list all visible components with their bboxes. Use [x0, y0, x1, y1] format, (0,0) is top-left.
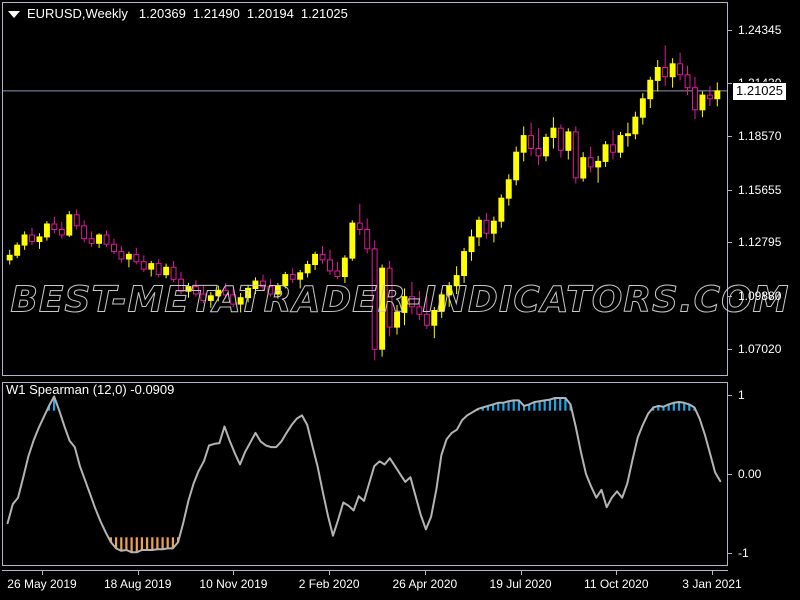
time-axis-tick	[520, 570, 522, 575]
triangle-down-icon[interactable]	[8, 11, 20, 18]
indicator-axis-label: 1	[738, 387, 745, 402]
time-axis-label: 10 Nov 2019	[199, 577, 268, 591]
symbol-timeframe-label: EURUSD,Weekly	[27, 6, 128, 21]
time-axis-label: 26 Apr 2020	[392, 577, 458, 591]
indicator-axis-tick	[728, 474, 732, 475]
ohlc-value-2: 1.20194	[246, 6, 294, 21]
ohlc-value-0: 1.20369	[138, 6, 186, 21]
time-axis[interactable]: 26 May 2019 18 Aug 2019 10 Nov 2019 2 Feb 2…	[0, 568, 800, 600]
indicator-axis-label: 0.00	[738, 467, 762, 481]
time-axis-label: 26 May 2019	[7, 577, 77, 591]
indicator-pane[interactable]: W1 Spearman (12,0) -0.0909	[0, 380, 800, 568]
price-axis-label: 1.18570	[738, 129, 782, 144]
time-axis-label: 19 Jul 2020	[489, 577, 552, 591]
candlestick-chart	[3, 45, 727, 361]
current-price-tag: 1.21025	[732, 81, 787, 101]
indicator-axis-tick	[728, 553, 732, 555]
price-axis-label: 1.15655	[738, 182, 782, 197]
indicator-axis-label: -1	[738, 546, 749, 561]
price-axis-tick	[728, 296, 732, 298]
ohlc-values: 1.20369 1.21490 1.20194 1.21025	[139, 7, 348, 21]
indicator-axis-tick	[728, 394, 732, 396]
price-axis-label: 1.12795	[738, 235, 782, 250]
indicator-axis: 1 0.00 -1	[728, 380, 800, 568]
price-axis-tick	[728, 189, 732, 191]
price-axis-label: 1.24345	[738, 22, 782, 37]
price-axis-tick	[728, 136, 732, 138]
time-axis-label: 3 Jan 2021	[682, 577, 742, 591]
time-axis-line	[2, 570, 728, 571]
time-axis-tick	[42, 570, 43, 575]
time-axis-tick	[329, 570, 331, 575]
time-axis-label: 2 Feb 2020	[298, 577, 360, 591]
time-axis-label: 11 Oct 2020	[584, 577, 649, 591]
spearman-indicator-chart	[6, 395, 722, 554]
time-axis-tick	[424, 570, 426, 575]
indicator-label: W1 Spearman (12,0) -0.0909	[6, 382, 175, 397]
ohlc-value-3: 1.21025	[300, 6, 348, 21]
price-axis-tick	[728, 29, 732, 31]
time-axis-tick	[137, 570, 139, 575]
ohlc-value-1: 1.21490	[192, 6, 240, 21]
price-axis-label: 1.07020	[738, 341, 782, 356]
metatrader-chart-window: BEST-METATRADER-INDICATORS.COM EURUSD,We…	[0, 0, 800, 600]
price-axis-tick	[728, 348, 732, 350]
time-axis-label: 18 Aug 2019	[104, 577, 172, 591]
time-axis-tick	[233, 570, 235, 575]
time-axis-tick	[616, 570, 618, 575]
time-axis-tick	[712, 570, 713, 575]
price-pane[interactable]: BEST-METATRADER-INDICATORS.COM EURUSD,We…	[0, 0, 800, 380]
price-axis-tick	[728, 242, 732, 244]
price-axis-label: 1.09880	[738, 289, 782, 304]
chart-header: EURUSD,Weekly 1.20369 1.21490 1.20194 1.210…	[8, 5, 348, 23]
price-axis[interactable]: 1.243451.214301.185701.156551.127951.098…	[728, 0, 800, 380]
